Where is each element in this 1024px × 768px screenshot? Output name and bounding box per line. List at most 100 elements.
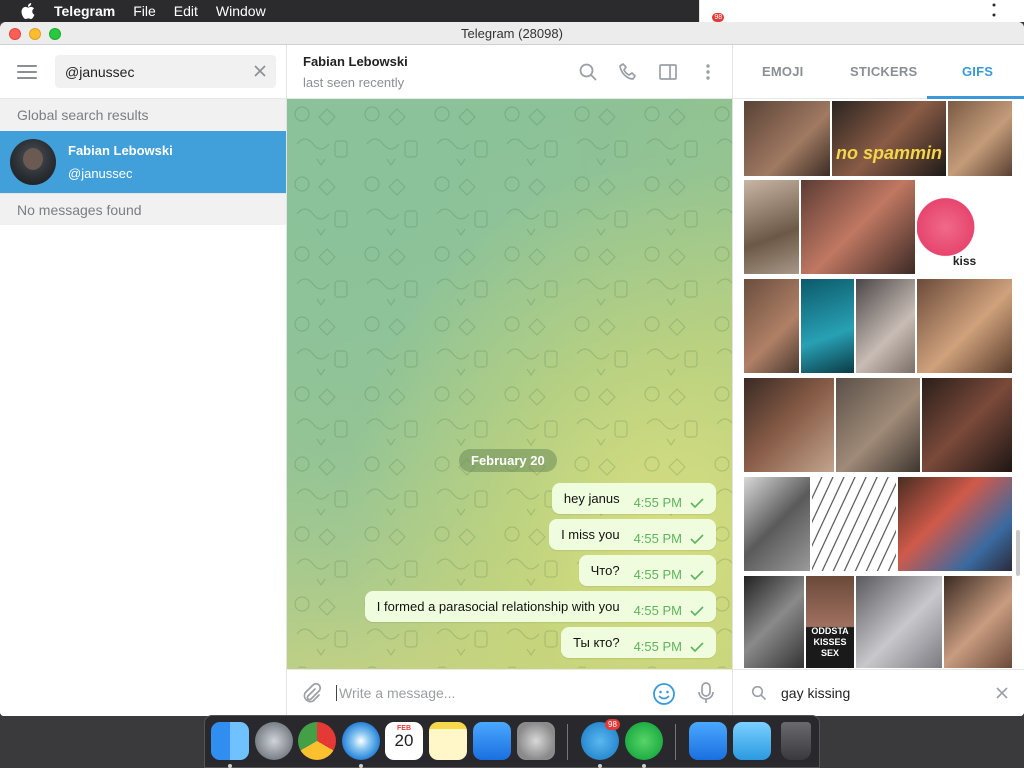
- menu-bar: Telegram File Edit Window 98 Sun Feb 20 …: [0, 0, 1024, 22]
- gif-thumbnail[interactable]: [855, 575, 943, 669]
- gif-scrollbar[interactable]: [1016, 530, 1020, 576]
- sent-check-icon: [690, 605, 704, 616]
- gif-thumbnail[interactable]: [800, 179, 916, 275]
- dialogs-sidebar: Global search results Fabian Lebowski @j…: [0, 45, 287, 716]
- microphone-icon[interactable]: [696, 681, 716, 705]
- window-title: Telegram (28098): [461, 25, 563, 41]
- close-window-button[interactable]: [9, 28, 21, 40]
- gif-thumbnail[interactable]: [743, 100, 831, 177]
- message-time: 4:55 PM: [633, 603, 682, 618]
- dock-divider: [567, 724, 568, 760]
- control-center-icon[interactable]: [990, 3, 1008, 20]
- chat-status: last seen recently: [303, 74, 405, 90]
- sent-check-icon: [690, 569, 704, 580]
- message-bubble[interactable]: I formed a parasocial relationship with …: [364, 591, 716, 622]
- message-text: I miss you: [561, 527, 620, 542]
- active-tab-indicator: [927, 96, 1024, 99]
- sent-check-icon: [690, 641, 704, 652]
- calendar-icon[interactable]: FEB 20: [385, 722, 423, 760]
- clock[interactable]: Sun Feb 20 4:56 PM: [764, 3, 892, 19]
- tab-emoji[interactable]: EMOJI: [762, 64, 803, 79]
- menu-app-name[interactable]: Telegram: [54, 3, 115, 19]
- gif-thumbnail[interactable]: [743, 476, 811, 572]
- apple-menu-icon[interactable]: [14, 3, 42, 19]
- message-bubble[interactable]: Что? 4:55 PM: [578, 555, 716, 586]
- spotlight-search-icon[interactable]: [958, 2, 974, 21]
- gif-results-grid: no spammin kiss ODDSTA KISSES SEX: [733, 100, 1024, 669]
- gif-thumbnail[interactable]: [811, 476, 897, 572]
- whatsapp-icon[interactable]: [625, 722, 663, 760]
- message-history[interactable]: February 20 hey janus 4:55 PM I miss you…: [287, 99, 732, 669]
- message-time: 4:55 PM: [633, 567, 682, 582]
- safari-icon[interactable]: [342, 722, 380, 760]
- running-indicator: [228, 764, 232, 768]
- gif-thumbnail[interactable]: [897, 476, 1013, 572]
- title-bar[interactable]: Telegram (28098): [0, 22, 1024, 45]
- user-name[interactable]: Dartz: [909, 3, 942, 19]
- running-indicator: [359, 764, 363, 768]
- gif-thumbnail[interactable]: [835, 377, 921, 473]
- menu-edit[interactable]: Edit: [174, 3, 198, 19]
- message-bubble[interactable]: hey janus 4:55 PM: [551, 483, 716, 514]
- chat-header[interactable]: Fabian Lebowski last seen recently: [287, 45, 732, 99]
- app-store-download-icon[interactable]: [689, 722, 727, 760]
- more-options-icon[interactable]: [698, 62, 718, 82]
- attach-icon[interactable]: [300, 682, 322, 704]
- launchpad-icon[interactable]: [255, 722, 293, 760]
- gif-thumbnail[interactable]: kiss: [916, 179, 1013, 275]
- clear-gif-search-icon[interactable]: [994, 685, 1010, 701]
- message-text: hey janus: [563, 491, 620, 506]
- gif-thumbnail[interactable]: [943, 575, 1013, 669]
- emoji-icon[interactable]: [652, 682, 676, 706]
- minimize-window-button[interactable]: [29, 28, 41, 40]
- chrome-icon[interactable]: [298, 722, 336, 760]
- telegram-dock-badge: 98: [605, 719, 620, 730]
- gif-thumbnail[interactable]: [743, 179, 800, 275]
- message-text: Ты кто?: [573, 635, 620, 650]
- gif-thumbnail[interactable]: [855, 278, 916, 374]
- panel-tabs: EMOJI STICKERS GIFS: [733, 45, 1024, 99]
- tab-gifs[interactable]: GIFS: [962, 64, 993, 79]
- notes-icon[interactable]: [429, 722, 467, 760]
- telegram-status-icon[interactable]: 98: [700, 3, 725, 22]
- menu-window[interactable]: Window: [216, 3, 266, 19]
- clear-search-icon[interactable]: [252, 63, 268, 79]
- gif-thumbnail[interactable]: no spammin: [831, 100, 947, 177]
- result-handle: @janussec: [68, 166, 133, 181]
- gif-thumbnail[interactable]: [743, 278, 800, 374]
- search-icon: [751, 685, 767, 701]
- search-input[interactable]: [65, 63, 266, 80]
- menu-file[interactable]: File: [133, 3, 156, 19]
- system-preferences-icon[interactable]: [517, 722, 555, 760]
- sidebar-toggle-icon[interactable]: [658, 62, 678, 82]
- gif-thumbnail[interactable]: [743, 575, 805, 669]
- gif-thumbnail[interactable]: [947, 100, 1013, 177]
- message-input[interactable]: [336, 685, 636, 701]
- running-indicator: [598, 764, 602, 768]
- gif-thumbnail[interactable]: [743, 377, 835, 473]
- gif-thumbnail[interactable]: [800, 278, 855, 374]
- message-bubble[interactable]: I miss you 4:55 PM: [549, 519, 716, 550]
- eject-icon[interactable]: [734, 3, 748, 19]
- avatar: [10, 139, 56, 185]
- gif-search-bar: [733, 669, 1024, 716]
- hamburger-menu-icon[interactable]: [17, 64, 37, 79]
- gif-thumbnail[interactable]: [921, 377, 1013, 473]
- message-bubble[interactable]: Ты кто? 4:55 PM: [561, 627, 716, 658]
- zoom-window-button[interactable]: [49, 28, 61, 40]
- message-composer: [287, 669, 732, 716]
- finder-icon[interactable]: [211, 722, 249, 760]
- phone-icon[interactable]: [618, 62, 638, 82]
- tab-stickers[interactable]: STICKERS: [850, 64, 917, 79]
- gif-search-input[interactable]: [781, 685, 981, 701]
- gif-thumbnail[interactable]: ODDSTA KISSES SEX: [805, 575, 855, 669]
- app-store-icon[interactable]: [473, 722, 511, 760]
- search-result-item[interactable]: Fabian Lebowski @janussec: [0, 131, 286, 193]
- chat-title[interactable]: Fabian Lebowski: [303, 54, 408, 69]
- emoji-panel: EMOJI STICKERS GIFS no spammin kiss ODDS…: [732, 45, 1024, 716]
- trash-icon[interactable]: [781, 722, 811, 760]
- search-icon[interactable]: [578, 62, 598, 82]
- downloads-folder-icon[interactable]: [733, 722, 771, 760]
- gif-thumbnail[interactable]: [916, 278, 1013, 374]
- no-messages-label: No messages found: [0, 193, 286, 225]
